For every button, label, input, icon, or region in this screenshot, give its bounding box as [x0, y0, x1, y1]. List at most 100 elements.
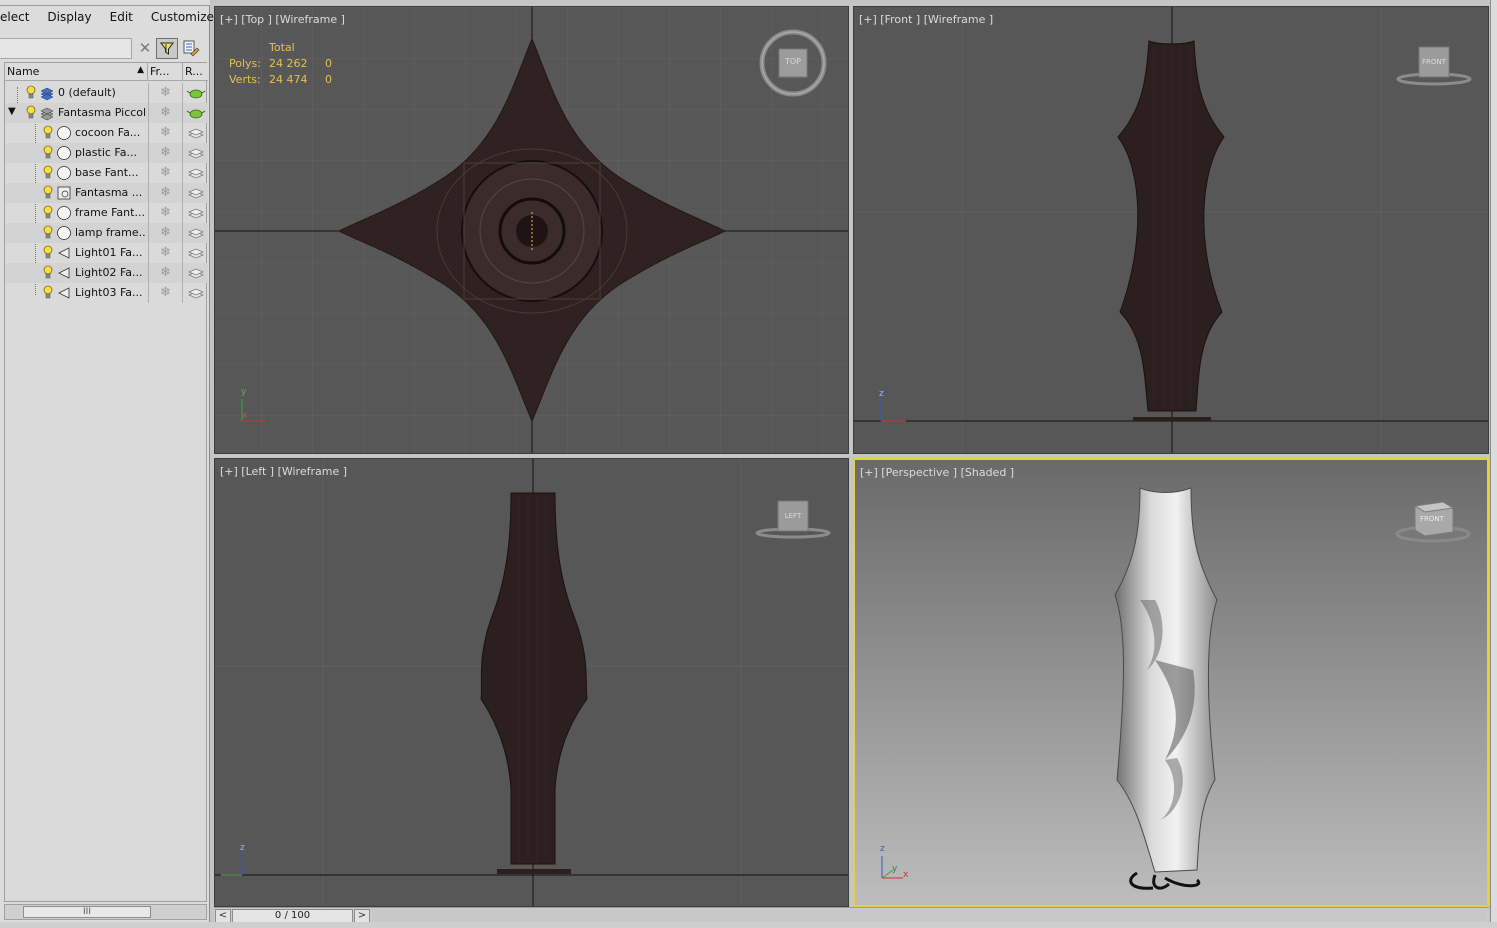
visibility-bulb-icon[interactable]	[43, 185, 53, 200]
scene-row[interactable]: Light01 Fa... ❄	[5, 243, 208, 263]
visibility-bulb-icon[interactable]	[43, 125, 53, 140]
freeze-snowflake-icon[interactable]: ❄	[148, 263, 183, 283]
viewcube-top[interactable]: TOP	[755, 27, 831, 107]
scene-row[interactable]: base Fant... ❄	[5, 163, 208, 183]
viewport-front[interactable]: [+] [Front ] [Wireframe ] z FRONT	[853, 6, 1489, 454]
renderable-stack-icon[interactable]	[183, 243, 208, 263]
freeze-snowflake-icon[interactable]: ❄	[148, 243, 183, 263]
viewport-perspective-label[interactable]: [+] [Perspective ] [Shaded ]	[860, 466, 1014, 479]
scene-row-label[interactable]: Fantasma Piccolo	[58, 106, 146, 119]
geometry-sphere-icon	[56, 225, 72, 241]
spotlight-icon	[56, 285, 72, 301]
time-next-button[interactable]: >	[354, 909, 370, 923]
scene-row[interactable]: Light03 Fa... ❄	[5, 283, 208, 303]
scene-row-label[interactable]: base Fant...	[75, 166, 139, 179]
visibility-bulb-icon[interactable]	[43, 205, 53, 220]
left-wireframe-canvas	[215, 459, 848, 906]
renderable-stack-icon[interactable]	[183, 203, 208, 223]
viewcube-perspective[interactable]: FRONT	[1395, 494, 1475, 548]
time-track[interactable]	[372, 909, 1487, 923]
freeze-snowflake-icon[interactable]: ❄	[148, 103, 183, 123]
renderable-stack-icon[interactable]	[183, 283, 208, 303]
visibility-bulb-icon[interactable]	[26, 85, 36, 100]
freeze-snowflake-icon[interactable]: ❄	[148, 283, 183, 303]
scene-row-label[interactable]: cocoon Fa...	[75, 126, 140, 139]
freeze-snowflake-icon[interactable]: ❄	[148, 183, 183, 203]
scene-statistics: Total Polys: 24 262 0 Verts: 24 474 0	[229, 41, 349, 89]
filter-toggle-button[interactable]	[156, 38, 178, 59]
layer-stack-icon	[39, 85, 55, 101]
renderable-stack-icon[interactable]	[183, 223, 208, 243]
visibility-bulb-icon[interactable]	[43, 145, 53, 160]
freeze-snowflake-icon[interactable]: ❄	[148, 83, 183, 103]
scene-row-label[interactable]: lamp frame...	[75, 226, 146, 239]
list-horizontal-scrollbar[interactable]: III	[4, 904, 207, 920]
configure-columns-button[interactable]	[180, 38, 202, 59]
freeze-snowflake-icon[interactable]: ❄	[148, 143, 183, 163]
scene-row[interactable]: lamp frame... ❄	[5, 223, 208, 243]
scene-rows: 0 (default) ❄ ▼ Fantasma Piccolo ❄ cocoon Fa.…	[5, 83, 208, 303]
scene-row-label[interactable]: Fantasma ...	[75, 186, 142, 199]
column-header-render[interactable]: R...	[183, 63, 208, 81]
renderable-stack-icon[interactable]	[183, 123, 208, 143]
stats-total-header: Total	[269, 41, 295, 54]
stats-polys-total: 24 262	[269, 57, 308, 70]
menu-customize[interactable]: Customize	[142, 6, 223, 28]
column-header-freeze[interactable]: Fr...	[148, 63, 183, 81]
scene-row-label[interactable]: 0 (default)	[58, 86, 116, 99]
scene-row[interactable]: ▼ Fantasma Piccolo ❄	[5, 103, 208, 123]
viewport-left[interactable]: [+] [Left ] [Wireframe ] z LEFT	[214, 458, 849, 907]
scene-row[interactable]: cocoon Fa... ❄	[5, 123, 208, 143]
scene-row-label[interactable]: Light02 Fa...	[75, 266, 143, 279]
scene-row[interactable]: 0 (default) ❄	[5, 83, 208, 103]
visibility-bulb-icon[interactable]	[43, 285, 53, 300]
expand-toggle-icon[interactable]: ▼	[8, 106, 16, 117]
viewport-front-label[interactable]: [+] [Front ] [Wireframe ]	[859, 13, 993, 26]
time-prev-button[interactable]: <	[215, 909, 231, 923]
visibility-bulb-icon[interactable]	[43, 265, 53, 280]
renderable-stack-icon[interactable]	[183, 183, 208, 203]
column-header-name-label: Name	[7, 65, 40, 78]
renderable-stack-icon[interactable]	[183, 163, 208, 183]
viewcube-front[interactable]: FRONT	[1394, 45, 1474, 91]
menu-edit[interactable]: Edit	[101, 6, 142, 28]
group-icon	[56, 185, 72, 201]
menu-select[interactable]: elect	[0, 6, 38, 28]
search-input[interactable]	[0, 38, 132, 59]
viewcube-left[interactable]: LEFT	[755, 497, 835, 543]
sort-ascending-icon: ▲	[137, 65, 144, 75]
visibility-bulb-icon[interactable]	[43, 245, 53, 260]
viewport-left-label[interactable]: [+] [Left ] [Wireframe ]	[220, 465, 347, 478]
scene-row[interactable]: Light02 Fa... ❄	[5, 263, 208, 283]
scene-row[interactable]: Fantasma ... ❄	[5, 183, 208, 203]
renderable-stack-icon[interactable]	[183, 143, 208, 163]
menu-display[interactable]: Display	[38, 6, 100, 28]
time-slider[interactable]: 0 / 100	[232, 909, 353, 923]
stats-verts-label: Verts:	[229, 73, 261, 86]
scene-row-label[interactable]: Light03 Fa...	[75, 286, 143, 299]
viewport-top[interactable]: [+] [Top ] [Wireframe ] Total Polys: 24 …	[214, 6, 849, 454]
visibility-bulb-icon[interactable]	[43, 165, 53, 180]
bottom-strip	[0, 922, 1497, 928]
axis-z-label: z	[880, 844, 885, 854]
freeze-snowflake-icon[interactable]: ❄	[148, 223, 183, 243]
renderable-teapot-icon[interactable]	[183, 83, 208, 103]
scroll-thumb[interactable]: III	[23, 906, 151, 918]
scene-row-label[interactable]: Light01 Fa...	[75, 246, 143, 259]
visibility-bulb-icon[interactable]	[26, 105, 36, 120]
freeze-snowflake-icon[interactable]: ❄	[148, 203, 183, 223]
freeze-snowflake-icon[interactable]: ❄	[148, 123, 183, 143]
scene-row-label[interactable]: frame Fant...	[75, 206, 145, 219]
clear-search-icon[interactable]: ✕	[138, 40, 152, 56]
column-header-name[interactable]: Name ▲	[5, 63, 148, 81]
freeze-snowflake-icon[interactable]: ❄	[148, 163, 183, 183]
scene-row[interactable]: plastic Fa... ❄	[5, 143, 208, 163]
visibility-bulb-icon[interactable]	[43, 225, 53, 240]
axis-x-label: x	[242, 411, 248, 421]
viewport-perspective[interactable]: [+] [Perspective ] [Shaded ] z x y FRONT	[853, 458, 1489, 907]
viewport-top-label[interactable]: [+] [Top ] [Wireframe ]	[220, 13, 345, 26]
renderable-stack-icon[interactable]	[183, 263, 208, 283]
scene-row-label[interactable]: plastic Fa...	[75, 146, 137, 159]
renderable-teapot-icon[interactable]	[183, 103, 208, 123]
scene-row[interactable]: frame Fant... ❄	[5, 203, 208, 223]
